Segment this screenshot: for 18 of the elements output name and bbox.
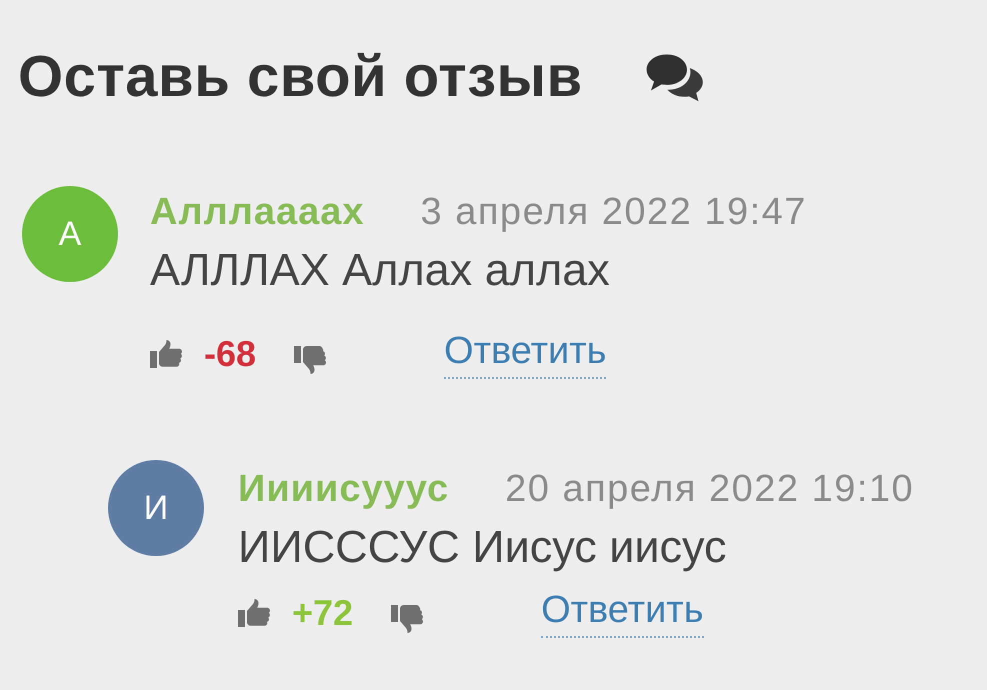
- thumbs-down-icon[interactable]: [391, 604, 424, 634]
- speech-bubbles-icon: [644, 52, 703, 102]
- page-title: Оставь свой отзыв: [18, 44, 583, 110]
- comment-date: 20 апреля 2022 19:10: [505, 468, 914, 510]
- reply-link[interactable]: Ответить: [541, 588, 704, 638]
- comment-text: АЛЛЛАХ Аллах аллах: [150, 243, 611, 297]
- reply-link[interactable]: Ответить: [444, 330, 606, 378]
- comment-date: 3 апреля 2022 19:47: [420, 190, 807, 234]
- comment-text: ИИСССУС Иисус иисус: [238, 520, 728, 574]
- thumbs-down-icon[interactable]: [294, 345, 326, 375]
- thumbs-up-icon[interactable]: [238, 598, 270, 628]
- avatar: А: [22, 186, 118, 282]
- vote-score: -68: [204, 333, 256, 375]
- author-name[interactable]: Иииисууус: [238, 468, 450, 510]
- vote-score: +72: [292, 592, 354, 634]
- avatar: И: [108, 460, 204, 556]
- author-name[interactable]: Алллаааах: [150, 190, 365, 234]
- thumbs-up-icon[interactable]: [150, 339, 182, 369]
